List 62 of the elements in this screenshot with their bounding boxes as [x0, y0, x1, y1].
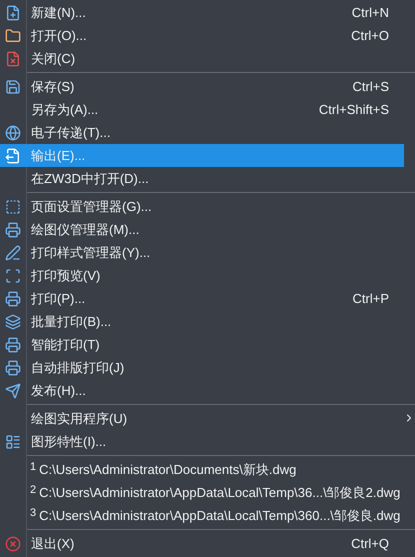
shortcut-label: Ctrl+Shift+S	[318, 100, 389, 119]
menu-item[interactable]: 保存(S) Ctrl+S	[0, 75, 404, 98]
menu-item[interactable]: 打印(P)... Ctrl+P	[0, 287, 404, 310]
menu-item-label: 打印预览(V)	[30, 266, 100, 285]
menu-item[interactable]: 1 C:\Users\Administrator\Documents\新块.dwg	[0, 458, 404, 481]
file-plus-icon	[5, 4, 21, 20]
menu-item[interactable]: 另存为(A)... Ctrl+Shift+S	[0, 98, 404, 121]
menu-item[interactable]: 3 C:\Users\Administrator\AppData\Local\Temp\360...\邹俊良.dwg	[0, 504, 404, 527]
shortcut-label: Ctrl+S	[352, 78, 389, 96]
globe-icon	[5, 124, 21, 140]
menu-item[interactable]: 自动排版打印(J)	[0, 356, 404, 379]
menu-item-label: 输出(E)...	[30, 146, 86, 165]
menu-item[interactable]: 图形特性(I)...	[0, 430, 404, 453]
menu-item-label: 自动排版打印(J)	[30, 358, 124, 377]
menu-item-label: 新建(N)...	[30, 4, 86, 22]
menu-item-label: 保存(S)	[30, 78, 74, 96]
folder-icon	[5, 28, 21, 44]
shortcut-label: Ctrl+P	[352, 290, 389, 308]
recent-number: 3	[30, 506, 36, 521]
exit-icon	[5, 536, 21, 552]
shortcut-label: Ctrl+Q	[351, 534, 389, 553]
menu-item-label: 批量打印(B)...	[30, 312, 112, 331]
menu-item[interactable]: 打印样式管理器(Y)...	[0, 241, 404, 264]
menu-item-label: 打开(O)...	[30, 26, 87, 45]
menu-item-label: 发布(H)...	[30, 382, 86, 400]
menu-item-label: 关闭(C)	[30, 50, 76, 68]
menu-item[interactable]: 批量打印(B)...	[0, 310, 404, 333]
menu-item[interactable]: 电子传递(T)...	[0, 121, 404, 144]
menu-item-label: 另存为(A)...	[30, 100, 98, 119]
menu-item[interactable]: 智能打印(T)	[0, 333, 404, 356]
printer-icon	[5, 290, 21, 306]
menu-item[interactable]: 2 C:\Users\Administrator\AppData\Local\Temp\36...\邹俊良2.dwg	[0, 481, 404, 504]
menu-item[interactable]: 发布(H)...	[0, 379, 404, 402]
shortcut-label: Ctrl+O	[351, 26, 389, 45]
menu-item[interactable]: 在ZW3D中打开(D)...	[0, 167, 404, 190]
menu-item[interactable]: 绘图实用程序(U)	[0, 407, 404, 430]
menu-item[interactable]: 关闭(C)	[0, 47, 404, 70]
menu-item-label: 绘图实用程序(U)	[30, 410, 128, 428]
file-close-icon	[5, 50, 21, 66]
menu-item-label: 绘图仪管理器(M)...	[30, 220, 140, 239]
menu-item-label: 打印样式管理器(Y)...	[30, 244, 150, 262]
menu-item-label: 智能打印(T)	[30, 336, 100, 354]
menu-item-label: 电子传递(T)...	[30, 124, 110, 142]
menu-item[interactable]: 绘图仪管理器(M)...	[0, 218, 404, 241]
shortcut-label: Ctrl+N	[352, 4, 389, 22]
menu-item[interactable]: 打开(O)... Ctrl+O	[0, 24, 404, 47]
menu-item[interactable]: 退出(X) Ctrl+Q	[0, 532, 404, 555]
menu-item-label: 打印(P)...	[30, 290, 86, 308]
menu-item-label: 退出(X)	[30, 534, 74, 553]
recent-file-path: C:\Users\Administrator\AppData\Local\Temp\360...\邹俊良.dwg	[39, 506, 400, 525]
recent-number: 1	[30, 460, 36, 475]
recent-number: 2	[30, 482, 36, 498]
menu-item[interactable]: 新建(N)... Ctrl+N	[0, 1, 404, 24]
menu-item-label: 页面设置管理器(G)...	[30, 198, 152, 216]
menu-item[interactable]: 打印预览(V)	[0, 264, 404, 287]
menu-item-label: 图形特性(I)...	[30, 432, 106, 451]
menu-item-label: 在ZW3D中打开(D)...	[30, 170, 149, 188]
recent-file-path: C:\Users\Administrator\Documents\新块.dwg	[39, 460, 296, 479]
recent-file-path: C:\Users\Administrator\AppData\Local\Temp\36...\邹俊良2.dwg	[39, 484, 400, 502]
export-icon	[5, 148, 21, 164]
menu-item[interactable]: 页面设置管理器(G)...	[0, 195, 404, 218]
save-icon	[5, 78, 21, 94]
